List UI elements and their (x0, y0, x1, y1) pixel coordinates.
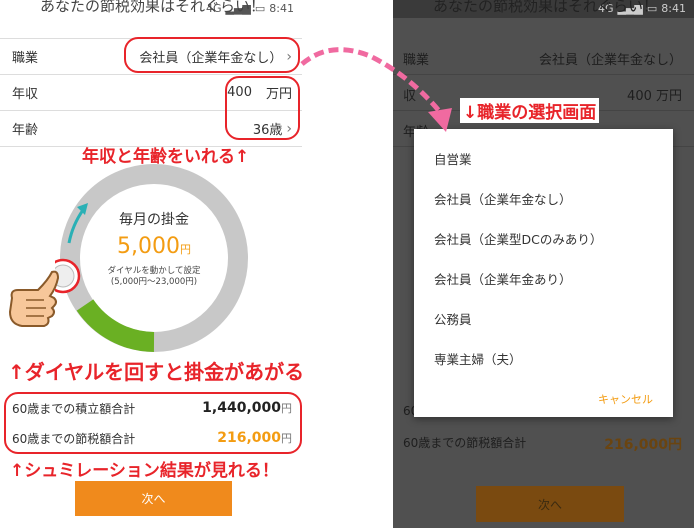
row-label: 年収 (12, 87, 39, 102)
dim-summary-tax-saving: 60歳までの節税額合計 216,000円 (393, 424, 694, 460)
annotation-dial: ↑ダイヤルを回すと掛金があがる (8, 360, 302, 384)
dial-amount: 5,000円 (105, 234, 203, 259)
dial-hint: ダイヤルを動かして設定 (5,000円〜23,000円) (100, 266, 208, 288)
dial-amount-value: 5,000 (117, 234, 180, 259)
option-self-employed[interactable]: 自営業 (434, 149, 472, 168)
annotation-result: ↑シュミレーション結果が見れる！ (10, 461, 279, 481)
page-heading: あなたの節税効果はそれぐらい！ (433, 0, 659, 15)
dial-amount-unit: 円 (179, 243, 191, 256)
time-label: 8:41 (661, 2, 686, 15)
summary-label: 60歳までの節税額合計 (403, 436, 527, 450)
row-value: 400 万円 (627, 89, 682, 104)
option-employee-with-pension[interactable]: 会社員（企業年金あり） (434, 269, 572, 288)
row-label: 年齢 (12, 123, 39, 138)
next-button[interactable]: 次へ (75, 481, 232, 516)
highlight-summary (4, 392, 302, 454)
next-button[interactable]: 次へ (476, 486, 624, 522)
picker-screen-title: ↓職業の選択画面 (460, 98, 600, 123)
occupation-picker-dialog: 自営業 会社員（企業年金なし） 会社員（企業型DCのみあり） 会社員（企業年金あ… (414, 129, 673, 417)
cancel-button[interactable]: キャンセル (598, 391, 653, 407)
dim-row-occupation: 職業 会社員（企業年金なし） (393, 39, 694, 75)
page-heading: あなたの節税効果はそれぐらい！ (40, 0, 266, 15)
row-label: 職業 (403, 53, 430, 68)
row-value: 会社員（企業年金なし） (538, 53, 682, 68)
right-screen: 4G ▂▄▆ ▭ 8:41 あなたの節税効果はそれぐらい！ 職業 会社員（企業年… (393, 0, 694, 528)
dial-title: 毎月の掛金 (119, 212, 189, 228)
option-employee-dc-only[interactable]: 会社員（企業型DCのみあり） (434, 229, 602, 248)
dial-hint-line2: (5,000円〜23,000円) (110, 277, 198, 287)
summary-value: 216,000円 (604, 437, 682, 453)
highlight-occupation (124, 37, 300, 73)
time-label: 8:41 (269, 2, 294, 15)
highlight-income-age (225, 76, 300, 140)
option-employee-no-pension[interactable]: 会社員（企業年金なし） (434, 189, 572, 208)
option-civil-servant[interactable]: 公務員 (434, 309, 472, 328)
pointing-hand-icon (8, 270, 60, 327)
row-label: 職業 (12, 51, 39, 66)
dial-hint-line1: ダイヤルを動かして設定 (107, 266, 201, 276)
left-screen: 4G ▂▄▆ ▭ 8:41 あなたの節税効果はそれぐらい！ 職業 会社員（企業年… (0, 0, 302, 528)
option-homemaker[interactable]: 専業主婦（夫） (434, 349, 522, 368)
row-label: 収 (403, 89, 417, 104)
